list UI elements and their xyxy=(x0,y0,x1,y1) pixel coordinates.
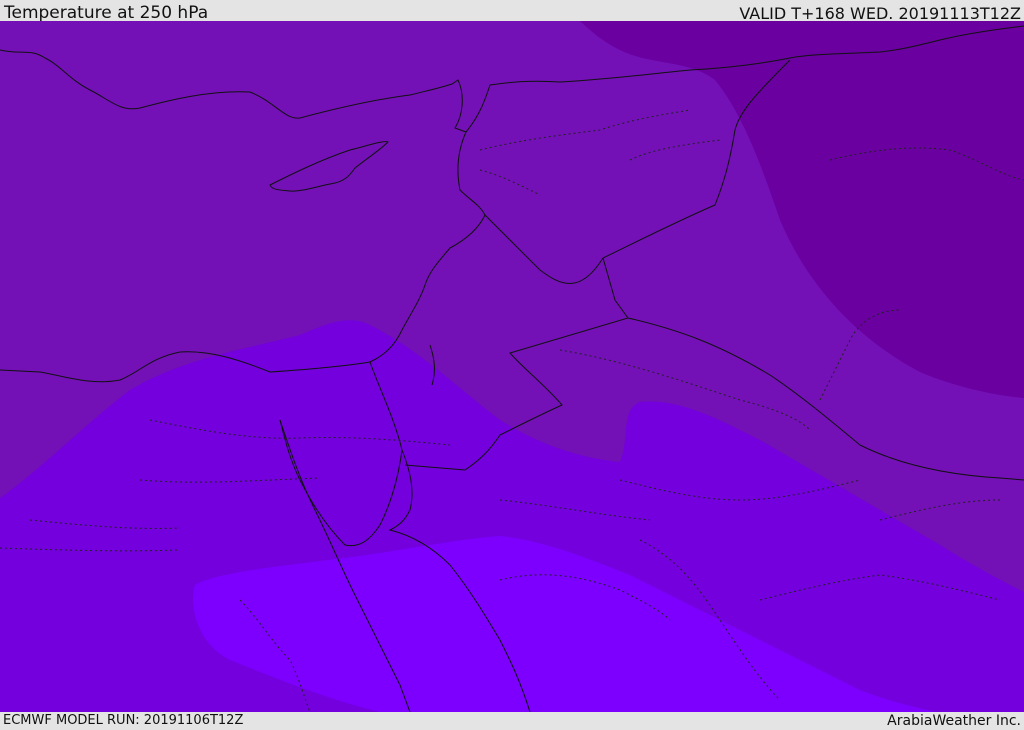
header-bar: Temperature at 250 hPa VALID T+168 WED. … xyxy=(0,0,1024,23)
model-run: ECMWF MODEL RUN: 20191106T12Z xyxy=(3,713,244,728)
temperature-map xyxy=(0,21,1024,712)
credit: ArabiaWeather Inc. xyxy=(887,713,1021,729)
footer-bar: ECMWF MODEL RUN: 20191106T12Z ArabiaWeat… xyxy=(0,712,1024,729)
